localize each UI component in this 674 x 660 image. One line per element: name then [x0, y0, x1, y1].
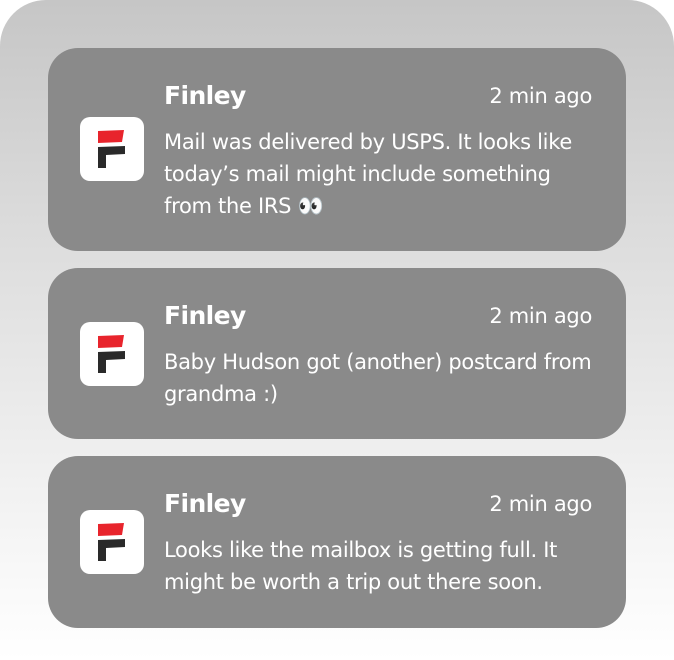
notification-time: 2 min ago [489, 492, 592, 516]
notification-card[interactable]: Finley 2 min ago Looks like the mailbox … [48, 456, 626, 628]
finley-logo-icon [80, 322, 144, 386]
notification-app-name: Finley [164, 81, 246, 110]
notification-card[interactable]: Finley 2 min ago Mail was delivered by U… [48, 48, 626, 251]
notification-time: 2 min ago [489, 304, 592, 328]
notification-time: 2 min ago [489, 84, 592, 108]
finley-logo-icon [80, 117, 144, 181]
notification-app-name: Finley [164, 489, 246, 518]
notification-message: Mail was delivered by USPS. It looks lik… [164, 130, 572, 218]
notification-card[interactable]: Finley 2 min ago Baby Hudson got (anothe… [48, 268, 626, 439]
notification-message: Looks like the mailbox is getting full. … [164, 538, 558, 594]
finley-logo-icon [80, 510, 144, 574]
notification-message: Baby Hudson got (another) postcard from … [164, 350, 592, 406]
notification-app-name: Finley [164, 301, 246, 330]
notification-stack: Finley 2 min ago Mail was delivered by U… [0, 0, 674, 660]
